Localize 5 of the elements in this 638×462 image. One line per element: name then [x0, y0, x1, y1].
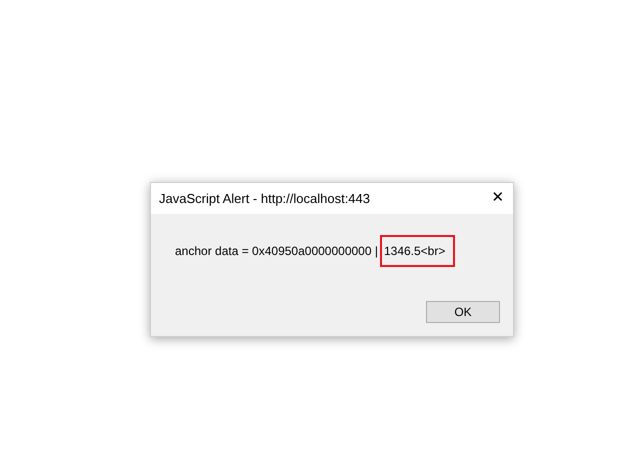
close-button[interactable]: ✕: [483, 184, 513, 214]
highlighted-text: 1346.5<br>: [380, 235, 456, 267]
message-text: anchor data = 0x40950a0000000000 |: [175, 243, 378, 260]
window-title: JavaScript Alert - http://localhost:443: [159, 190, 370, 208]
ok-button[interactable]: OK: [426, 301, 500, 323]
